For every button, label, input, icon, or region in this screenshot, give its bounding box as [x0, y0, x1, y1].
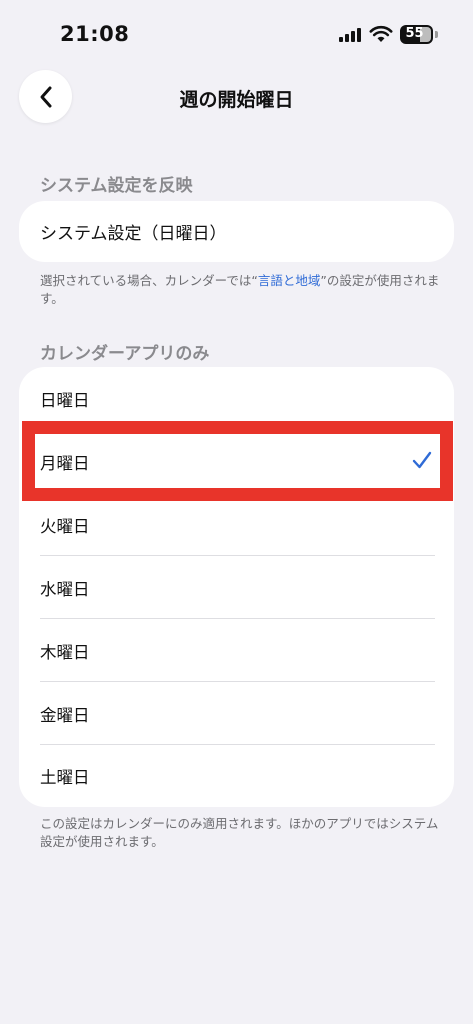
weekday-label: 土曜日	[40, 767, 90, 787]
language-region-link[interactable]: 言語と地域	[258, 273, 321, 288]
system-section-header: システム設定を反映	[40, 176, 193, 196]
weekday-label: 金曜日	[40, 705, 90, 725]
weekday-label: 火曜日	[40, 516, 90, 536]
battery-level: 55	[405, 26, 424, 41]
checkmark-icon	[412, 451, 432, 469]
status-bar: 21:08 55	[0, 0, 473, 62]
weekday-label: 木曜日	[40, 642, 90, 662]
weekday-row-thursday[interactable]: 木曜日	[19, 619, 454, 682]
weekday-label: 水曜日	[40, 579, 90, 599]
system-settings-option[interactable]: システム設定（日曜日）	[19, 201, 454, 262]
page-title: 週の開始曜日	[179, 89, 294, 111]
weekday-row-wednesday[interactable]: 水曜日	[19, 556, 454, 619]
wifi-icon	[369, 25, 393, 42]
weekday-row-tuesday[interactable]: 火曜日	[19, 493, 454, 556]
battery-nub	[435, 31, 438, 38]
weekday-label: 月曜日	[40, 453, 90, 473]
weekday-row-saturday[interactable]: 土曜日	[19, 744, 454, 807]
calendar-section-header: カレンダーアプリのみ	[40, 344, 210, 364]
cellular-signal-icon	[339, 28, 361, 42]
calendar-footnote: この設定はカレンダーにのみ適用されます。ほかのアプリではシステム設定が使用されま…	[40, 816, 439, 849]
system-footnote: 選択されている場合、カレンダーでは“言語と地域”の設定が使用されます。	[40, 272, 440, 308]
weekday-label: 日曜日	[40, 390, 90, 410]
weekday-row-friday[interactable]: 金曜日	[19, 682, 454, 745]
status-time: 21:08	[60, 22, 130, 46]
system-settings-card: システム設定（日曜日）	[19, 201, 454, 262]
system-footnote-before: 選択されている場合、カレンダーでは“	[40, 273, 258, 288]
battery-icon: 55	[400, 25, 433, 44]
weekday-row-monday[interactable]: 月曜日	[19, 430, 454, 493]
weekday-list-card: 日曜日 月曜日 火曜日 水曜日 木曜日 金曜日 土曜日	[19, 367, 454, 807]
weekday-row-sunday[interactable]: 日曜日	[19, 367, 454, 430]
